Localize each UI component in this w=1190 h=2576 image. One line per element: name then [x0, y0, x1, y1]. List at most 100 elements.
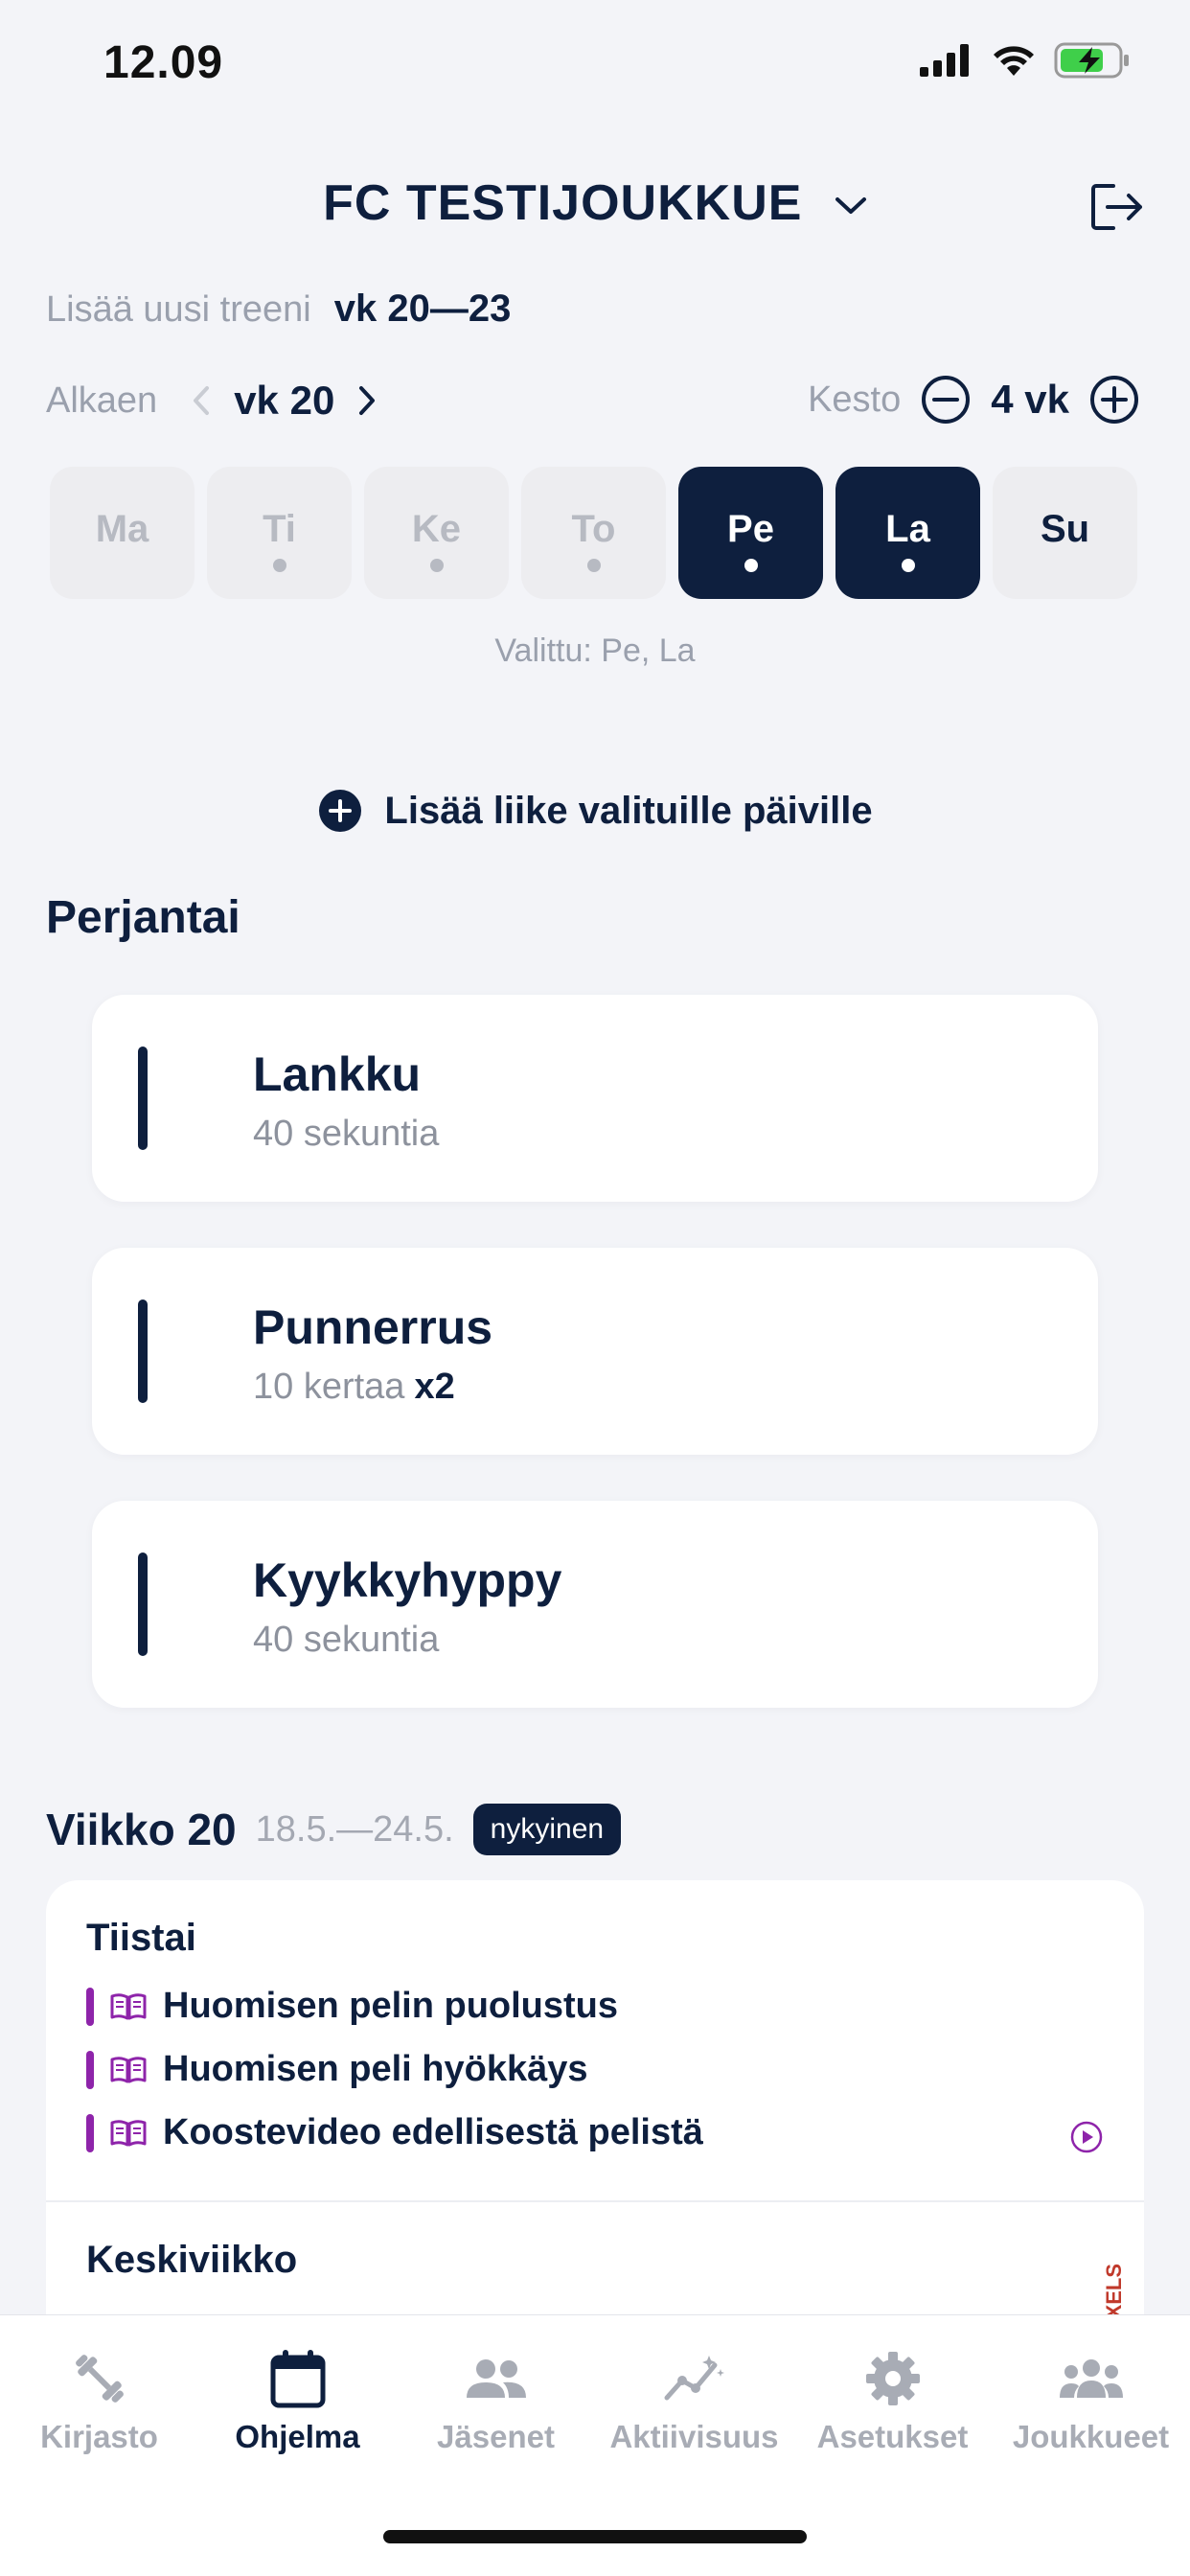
play-circle-icon[interactable] [1069, 2120, 1104, 2154]
start-label: Alkaen [46, 380, 158, 421]
chevron-down-icon [835, 197, 866, 215]
day-pe[interactable]: Pe [678, 467, 823, 599]
selected-days-text: Valittu: Pe, La [494, 632, 696, 669]
tab-label: Ohjelma [235, 2419, 360, 2454]
day-selector: Ma Ti Ke To Pe La Su [50, 467, 1137, 599]
day-label: La [885, 507, 930, 550]
week-card: Tiistai Huomisen pelin puolustus Huomise… [46, 1880, 1144, 2321]
week-day-title: Keskiviikko [86, 2239, 298, 2281]
book-icon [110, 2056, 147, 2082]
add-training-row: Lisää uusi treeni vk 20—23 [46, 288, 511, 331]
day-label: To [571, 507, 616, 550]
video-marker [86, 2113, 94, 2152]
start-week: vk 20 [234, 378, 335, 423]
tab-label: Joukkueet [1012, 2419, 1170, 2454]
exercise-card[interactable]: Kyykkyhyppy 40 sekuntia [92, 1501, 1098, 1708]
section-title: Perjantai [46, 892, 240, 943]
exercise-detail: 40 sekuntia [253, 1114, 439, 1155]
video-title: Koostevideo edellisestä pelistä [163, 2112, 703, 2152]
calendar-icon [270, 2350, 325, 2408]
activity-icon [664, 2356, 724, 2401]
video-item[interactable]: Huomisen pelin puolustus [86, 1986, 618, 2027]
day-dot [429, 559, 444, 572]
add-training-weeks: vk 20—23 [333, 288, 512, 330]
video-item[interactable]: Koostevideo edellisestä pelistä [86, 2112, 703, 2153]
video-item[interactable]: Huomisen peli hyökkäys [86, 2049, 588, 2090]
day-ti[interactable]: Ti [207, 467, 352, 599]
wifi-icon [994, 46, 1034, 76]
drag-bar [138, 1046, 148, 1150]
add-move-label: Lisää liike valituille päiville [384, 789, 873, 832]
day-label: Ke [411, 507, 462, 550]
book-icon [110, 2119, 147, 2146]
exercise-card[interactable]: Punnerrus 10 kertaa x2 [92, 1248, 1098, 1455]
tab-joukkueet[interactable]: Joukkueet [992, 2348, 1190, 2455]
day-dot [744, 559, 758, 572]
tab-ohjelma[interactable]: Ohjelma [198, 2348, 397, 2455]
video-marker [86, 1987, 94, 2026]
exercise-detail: 10 kertaa x2 [253, 1367, 455, 1408]
day-to[interactable]: To [521, 467, 666, 599]
start-week-row: Alkaen vk 20 [46, 378, 378, 424]
tab-label: Asetukset [816, 2419, 969, 2454]
exercise-name: Kyykkyhyppy [253, 1553, 562, 1607]
gear-icon [865, 2352, 920, 2405]
day-su[interactable]: Su [993, 467, 1137, 599]
chevron-left-icon[interactable] [190, 384, 213, 417]
plus-circle-filled-icon [319, 790, 362, 832]
video-marker [86, 2050, 94, 2089]
day-ke[interactable]: Ke [364, 467, 509, 599]
day-label: Su [1040, 507, 1090, 550]
week-day-title: Tiistai [86, 1917, 196, 1959]
exercise-detail: 40 sekuntia [253, 1620, 439, 1661]
status-icons [920, 42, 1131, 79]
dumbbell-icon [75, 2355, 124, 2403]
tab-jasenet[interactable]: Jäsenet [397, 2348, 595, 2455]
status-time: 12.09 [103, 37, 224, 88]
exercise-multiplier: x2 [414, 1367, 455, 1407]
day-dot [586, 559, 601, 572]
tab-label: Kirjasto [40, 2419, 158, 2454]
day-label: Ti [263, 507, 296, 550]
exercise-card[interactable]: Lankku 40 sekuntia [92, 995, 1098, 1202]
day-label: Ma [95, 507, 149, 550]
exercise-amount: 40 sekuntia [253, 1620, 440, 1660]
day-ma[interactable]: Ma [50, 467, 195, 599]
chevron-right-icon[interactable] [355, 384, 378, 417]
tab-aktiivisuus[interactable]: Aktiivisuus [595, 2348, 793, 2455]
tab-label: Aktiivisuus [609, 2419, 779, 2454]
video-title: Huomisen pelin puolustus [163, 1986, 619, 2026]
exercise-amount: 10 kertaa [253, 1367, 405, 1407]
video-title: Huomisen peli hyökkäys [163, 2049, 588, 2089]
pexels-watermark: PEXELS [1102, 2264, 1126, 2321]
tab-kirjasto[interactable]: Kirjasto [0, 2348, 198, 2455]
logout-icon[interactable] [1090, 182, 1144, 232]
book-icon [110, 1992, 147, 2019]
day-label: Pe [727, 507, 774, 550]
day-dot [901, 559, 915, 572]
day-dot [272, 559, 286, 572]
plus-circle-icon[interactable] [1088, 374, 1140, 426]
add-move-button[interactable]: Lisää liike valituille päiville [0, 788, 1190, 834]
week-title: Viikko 20 [46, 1805, 237, 1854]
duration-value: 4 vk [991, 377, 1069, 422]
members-icon [466, 2359, 526, 2398]
current-badge: nykyinen [472, 1804, 622, 1855]
tab-asetukset[interactable]: Asetukset [793, 2348, 992, 2455]
drag-bar [138, 1300, 148, 1403]
battery-charging-icon [1054, 42, 1129, 79]
week-range: 18.5.—24.5. [255, 1808, 454, 1850]
minus-circle-icon[interactable] [920, 374, 972, 426]
day-divider [46, 2200, 1144, 2202]
tab-label: Jäsenet [437, 2419, 555, 2454]
team-selector[interactable]: FC TESTIJOUKKUE [0, 174, 1190, 232]
add-training-label: Lisää uusi treeni [46, 289, 311, 330]
teams-icon [1059, 2359, 1123, 2398]
week-header: Viikko 20 18.5.—24.5. nykyinen [46, 1804, 622, 1855]
exercise-name: Lankku [253, 1047, 422, 1101]
home-indicator [383, 2530, 807, 2543]
exercise-name: Punnerrus [253, 1300, 493, 1354]
duration-row: Kesto 4 vk [808, 374, 1140, 426]
signal-icon [920, 44, 969, 77]
day-la[interactable]: La [835, 467, 980, 599]
